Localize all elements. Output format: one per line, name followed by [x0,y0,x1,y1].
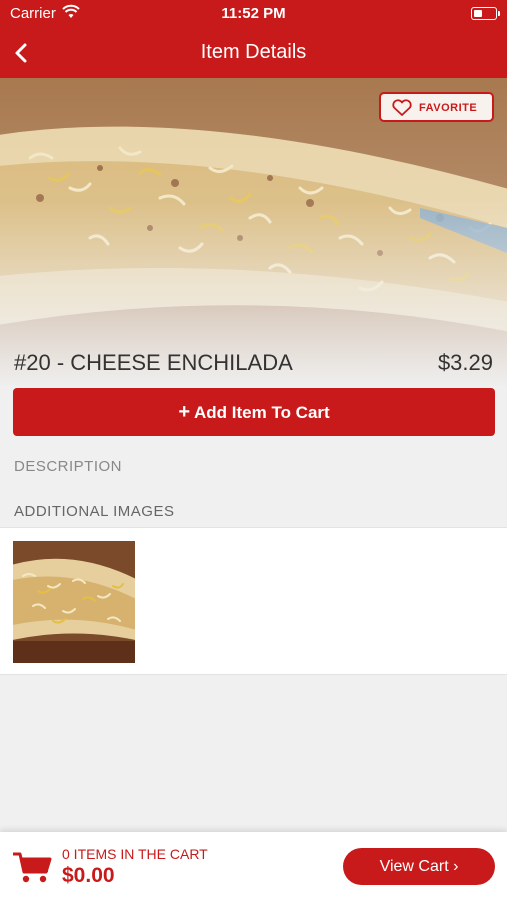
plus-icon: + [178,401,190,423]
favorite-button[interactable]: FAVORITE [379,92,494,122]
favorite-label: FAVORITE [419,102,478,114]
additional-image-thumbnail[interactable] [13,541,135,663]
clock: 11:52 PM [221,5,286,22]
status-bar: Carrier 11:52 PM [0,0,507,28]
heart-icon [392,99,412,116]
item-price: $3.29 [437,350,493,375]
cart-item-count: 0 ITEMS IN THE CART [62,846,208,862]
description-heading: DESCRIPTION [14,458,123,475]
battery-icon [471,7,500,20]
additional-images-heading: ADDITIONAL IMAGES [14,503,175,520]
view-cart-button[interactable]: View Cart › [343,848,495,885]
hero-fade-overlay [0,78,507,388]
cart-summary-bar: 0 ITEMS IN THE CART $0.00 View Cart › [0,832,507,900]
page-title: Item Details [200,41,307,63]
cart-icon[interactable] [12,850,52,884]
item-name: #20 - CHEESE ENCHILADA [14,350,293,375]
additional-images-panel [0,527,507,675]
cart-total: $0.00 [62,864,115,887]
nav-bar: Item Details [0,28,507,78]
add-item-to-cart-label: Add Item To Cart [194,403,330,422]
item-hero-image: FAVORITE [0,78,507,388]
add-item-to-cart-button[interactable]: + Add Item To Cart [13,388,495,436]
